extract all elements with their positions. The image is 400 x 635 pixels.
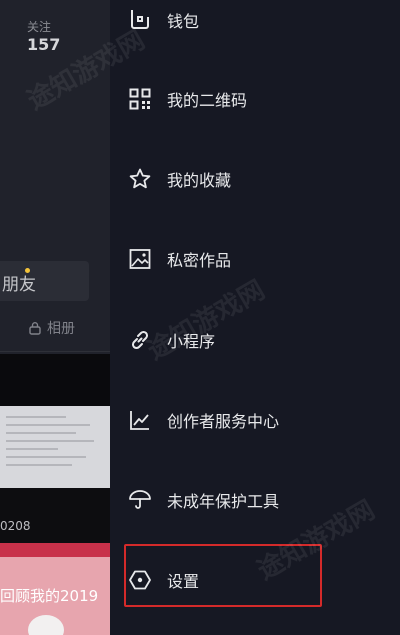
menu-item-label: 未成年保护工具	[167, 492, 280, 511]
notification-dot	[25, 268, 30, 273]
menu-item-label: 我的二维码	[167, 91, 248, 110]
menu-item-favorites[interactable]: 我的收藏	[128, 159, 388, 199]
album-label: 相册	[47, 321, 75, 337]
follow-stat[interactable]: 关注 157	[27, 20, 60, 55]
menu-item-label: 钱包	[167, 12, 200, 31]
menu-item-label: 我的收藏	[167, 171, 232, 190]
follow-label: 关注	[27, 20, 52, 34]
drawer-menu: 钱包 我的二维码 我的收藏 私密作品 小程序 创作者服务中心 未成年保护工具 设…	[110, 0, 400, 635]
menu-item-label: 创作者服务中心	[167, 412, 280, 431]
friends-button[interactable]: 朋友	[0, 261, 89, 301]
video-thumbnail-document[interactable]	[0, 406, 110, 488]
qr-code-icon	[128, 87, 152, 111]
menu-item-wallet[interactable]: 钱包	[128, 0, 388, 40]
menu-item-private-works[interactable]: 私密作品	[128, 239, 388, 279]
video-thumbnail[interactable]	[0, 354, 110, 406]
chart-icon	[128, 408, 152, 432]
video-banner-text: 回顾我的2019	[0, 587, 99, 605]
thumbnail-graphic	[28, 615, 64, 635]
menu-item-creator-center[interactable]: 创作者服务中心	[128, 400, 388, 440]
album-tab[interactable]: 相册	[28, 318, 75, 338]
follow-count: 157	[27, 35, 61, 54]
private-image-icon	[128, 247, 152, 271]
umbrella-icon	[128, 488, 152, 512]
menu-item-label: 私密作品	[167, 251, 232, 270]
menu-item-qr-code[interactable]: 我的二维码	[128, 79, 388, 119]
star-icon	[128, 167, 152, 191]
video-date-text: 0208	[0, 519, 31, 533]
divider	[0, 351, 110, 352]
lock-icon	[29, 322, 41, 335]
video-thumbnail-review[interactable]: 回顾我的2019	[0, 543, 110, 635]
video-thumbnail[interactable]	[0, 488, 110, 544]
thumbnail-banner	[0, 543, 110, 557]
friends-button-label: 朋友	[2, 275, 36, 295]
